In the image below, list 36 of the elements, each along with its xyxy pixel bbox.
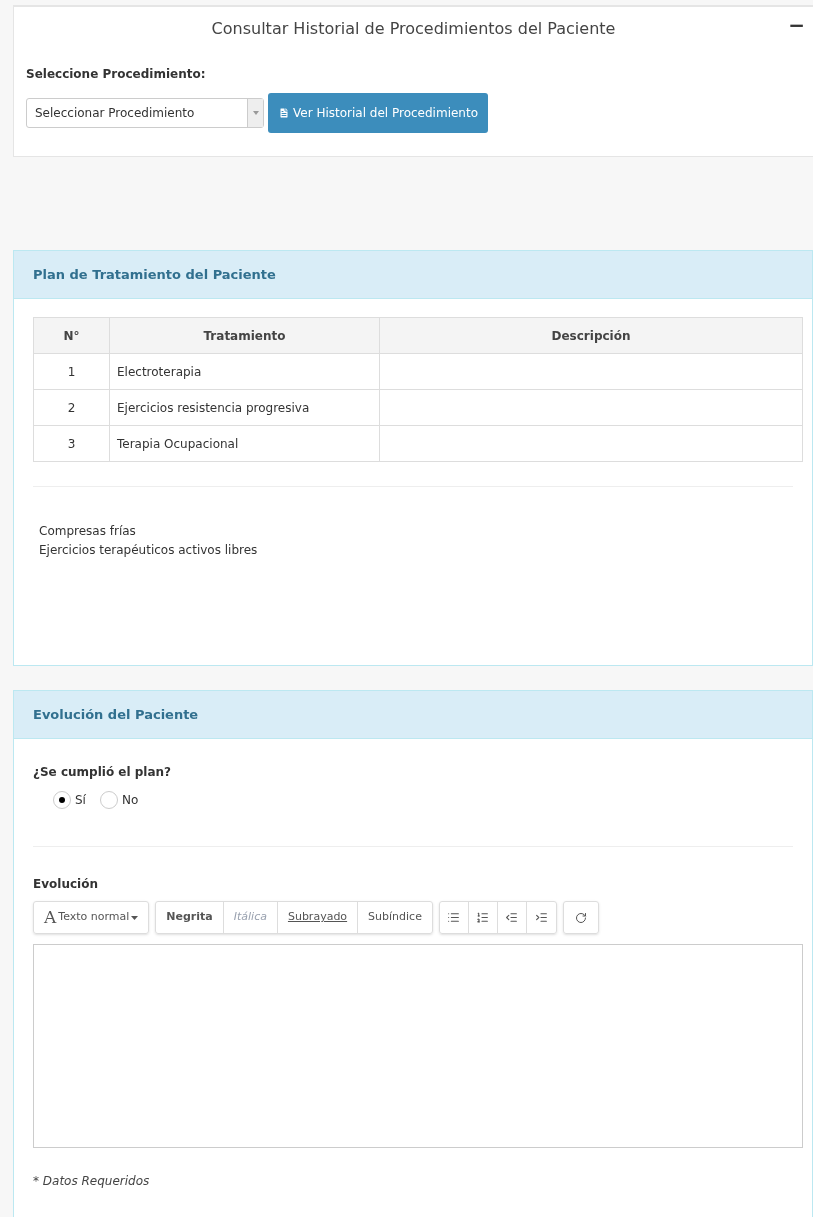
caret-icon <box>247 99 263 127</box>
outdent-icon <box>505 911 519 924</box>
format-button[interactable]: Negrita <box>156 902 224 933</box>
bullet-list-icon <box>447 911 461 924</box>
format-button[interactable]: Subíndice <box>358 902 432 933</box>
format-button[interactable]: Subrayado <box>277 902 359 933</box>
numbered-list-icon <box>476 911 490 924</box>
redo-button[interactable] <box>562 901 599 934</box>
column-header: Descripción <box>379 317 803 354</box>
table-cell: Terapia Ocupacional <box>109 425 380 462</box>
indent-icon <box>534 911 548 924</box>
text-style-dropdown[interactable]: ATexto normal <box>33 901 150 934</box>
table-cell: Electroterapia <box>109 353 380 390</box>
procedure-select[interactable]: Seleccionar Procedimiento <box>26 98 264 128</box>
radio-option[interactable]: Sí <box>53 791 86 809</box>
column-header: N° <box>33 317 110 354</box>
radio-option[interactable]: No <box>99 791 139 809</box>
treatment-note: Ejercicios terapéuticos activos libres <box>39 542 259 559</box>
table-cell: Ejercicios resistencia progresiva <box>109 389 380 426</box>
question-label: ¿Se cumplió el plan? <box>33 765 172 779</box>
table-cell: 1 <box>33 353 110 390</box>
required-note: * Datos Requeridos <box>33 1174 150 1188</box>
panel-title: Plan de Tratamiento del Paciente <box>33 265 276 284</box>
table-cell: 2 <box>33 389 110 426</box>
redo-icon <box>574 911 587 924</box>
field-label: Seleccione Procedimiento: <box>26 67 206 81</box>
table-cell: 3 <box>33 425 110 462</box>
collapse-button[interactable]: − <box>788 15 805 35</box>
panel-title: Evolución del Paciente <box>33 705 199 724</box>
history-button[interactable]: Ver Historial del Procedimiento <box>268 93 488 133</box>
editor-label: Evolución <box>33 877 98 891</box>
caret-icon <box>131 915 139 920</box>
document-icon <box>278 107 290 119</box>
column-header: Tratamiento <box>109 317 380 354</box>
treatment-note: Compresas frías <box>39 523 137 540</box>
panel-title: Consultar Historial de Procedimientos del Paciente <box>211 19 616 38</box>
